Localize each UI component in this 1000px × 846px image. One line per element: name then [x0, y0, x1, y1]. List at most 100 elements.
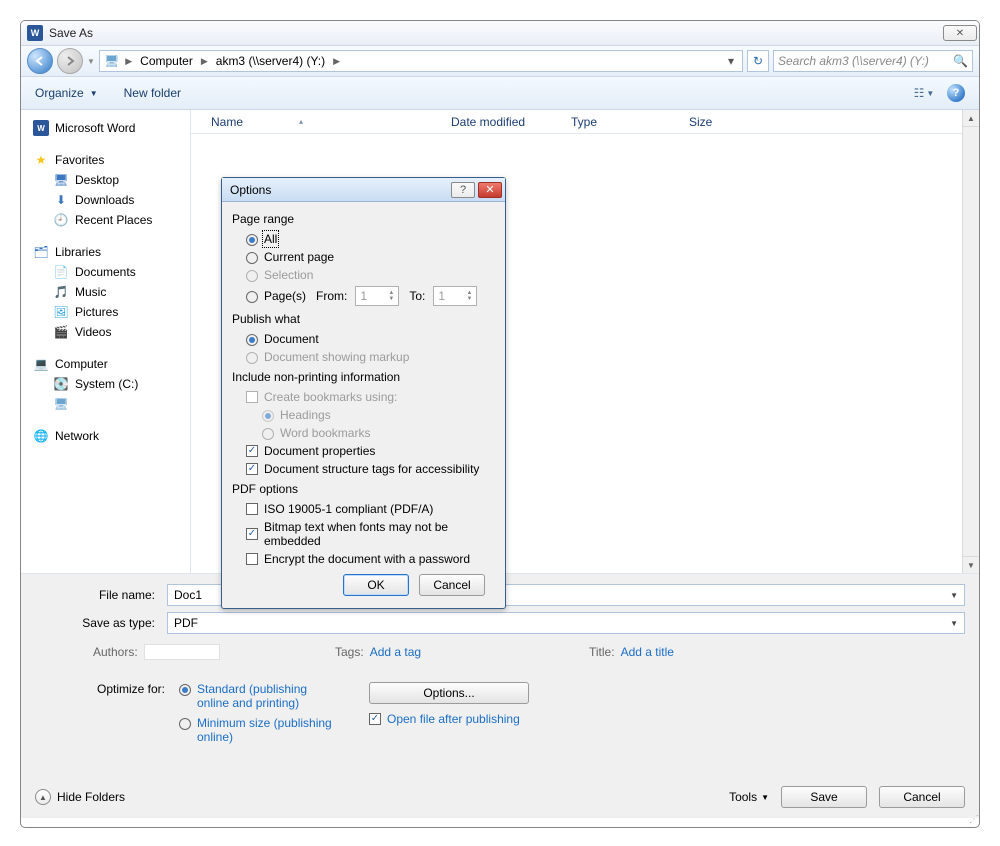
chevron-right-icon: ▶	[121, 56, 136, 67]
page-range-group-label: Page range	[232, 212, 495, 226]
save-type-select[interactable]: PDF ▼	[167, 612, 965, 634]
column-size[interactable]: Size	[689, 115, 769, 129]
desktop-icon: 🖥	[53, 172, 69, 188]
arrow-right-icon	[64, 55, 76, 67]
authors-label: Authors:	[93, 645, 138, 659]
radio-icon	[246, 291, 258, 303]
view-button[interactable]: ☷ ▼	[909, 83, 939, 103]
pictures-icon: 🖼	[53, 304, 69, 320]
authors-input[interactable]	[144, 644, 220, 660]
sidebar-item-label: Downloads	[75, 193, 134, 207]
radio-icon	[246, 352, 258, 364]
sidebar-item-blank[interactable]: 🖥	[53, 394, 184, 414]
videos-icon: 🎬	[53, 324, 69, 340]
hide-folders-button[interactable]: ▲ Hide Folders	[35, 789, 125, 805]
sidebar-item-downloads[interactable]: ⬇ Downloads	[53, 190, 184, 210]
iso-compliant-checkbox[interactable]: ISO 19005-1 compliant (PDF/A)	[232, 500, 495, 518]
page-range-all-radio[interactable]: All	[232, 230, 495, 248]
sidebar-item-word[interactable]: W Microsoft Word	[33, 118, 184, 138]
publish-document-radio[interactable]: Document	[232, 330, 495, 348]
sidebar-item-favorites[interactable]: ★ Favorites	[33, 150, 184, 170]
window-title: Save As	[49, 26, 943, 40]
chevron-down-icon[interactable]: ▼	[950, 619, 958, 628]
sidebar-item-label: Microsoft Word	[55, 121, 135, 135]
new-folder-button[interactable]: New folder	[124, 86, 181, 100]
tools-menu[interactable]: Tools ▼	[729, 790, 769, 804]
hide-folders-label: Hide Folders	[57, 790, 125, 804]
sidebar-item-desktop[interactable]: 🖥Desktop	[53, 170, 184, 190]
resize-grip-icon[interactable]: ⋰	[969, 814, 977, 825]
tags-input[interactable]: Add a tag	[370, 645, 421, 659]
music-icon: 🎵	[53, 284, 69, 300]
dialog-ok-button[interactable]: OK	[343, 574, 409, 596]
open-after-checkbox[interactable]: Open file after publishing	[369, 712, 569, 726]
dialog-help-button[interactable]: ?	[451, 182, 475, 198]
options-button[interactable]: Options...	[369, 682, 529, 704]
column-name[interactable]: Name▴	[211, 115, 451, 129]
column-type[interactable]: Type	[571, 115, 689, 129]
sidebar-item-music[interactable]: 🎵Music	[53, 282, 184, 302]
save-as-window: W Save As ✕ ▼ 🖥 ▶ Computer ▶ akm3 (\\ser…	[20, 20, 980, 828]
encrypt-checkbox[interactable]: Encrypt the document with a password	[232, 550, 495, 568]
help-button[interactable]: ?	[947, 84, 965, 102]
sidebar-item-videos[interactable]: 🎬Videos	[53, 322, 184, 342]
breadcrumb[interactable]: 🖥 ▶ Computer ▶ akm3 (\\server4) (Y:) ▶ ▾	[99, 50, 743, 72]
dialog-cancel-button[interactable]: Cancel	[419, 574, 485, 596]
optimize-standard-radio[interactable]: Standard (publishing online and printing…	[179, 682, 339, 710]
organize-menu[interactable]: Organize ▼	[35, 86, 98, 100]
scroll-down-button[interactable]: ▼	[963, 556, 979, 573]
sidebar-item-libraries[interactable]: 🗂Libraries	[33, 242, 184, 262]
chevron-down-icon: ▼	[90, 89, 98, 98]
bookmarks-word-label: Word bookmarks	[280, 426, 370, 440]
chevron-down-icon[interactable]: ▼	[950, 591, 958, 600]
forward-button[interactable]	[57, 48, 83, 74]
optimize-label: Optimize for:	[95, 682, 165, 696]
sidebar-item-pictures[interactable]: 🖼Pictures	[53, 302, 184, 322]
sidebar-item-network[interactable]: 🌐Network	[33, 426, 184, 446]
breadcrumb-root[interactable]: Computer	[138, 54, 195, 68]
optimize-minimum-label: Minimum size (publishing online)	[197, 716, 337, 744]
history-dropdown[interactable]: ▼	[87, 50, 95, 72]
search-icon[interactable]: 🔍	[953, 54, 968, 68]
chevron-right-icon: ▶	[329, 56, 344, 67]
cancel-button[interactable]: Cancel	[879, 786, 965, 808]
sidebar-item-documents[interactable]: 📄Documents	[53, 262, 184, 282]
refresh-button[interactable]: ↻	[747, 50, 769, 72]
close-button[interactable]: ✕	[943, 25, 977, 41]
sidebar-item-computer[interactable]: 💻Computer	[33, 354, 184, 374]
document-properties-checkbox[interactable]: Document properties	[232, 442, 495, 460]
breadcrumb-location[interactable]: akm3 (\\server4) (Y:)	[214, 54, 327, 68]
bookmarks-headings-label: Headings	[280, 408, 331, 422]
title-input[interactable]: Add a title	[621, 645, 674, 659]
structure-tags-checkbox[interactable]: Document structure tags for accessibilit…	[232, 460, 495, 478]
bitmap-text-checkbox[interactable]: Bitmap text when fonts may not be embedd…	[232, 518, 495, 550]
checkbox-icon	[246, 528, 258, 540]
sidebar-item-recent[interactable]: 🕘Recent Places	[53, 210, 184, 230]
download-icon: ⬇	[53, 192, 69, 208]
sidebar-item-system-c[interactable]: 💽System (C:)	[53, 374, 184, 394]
radio-icon	[179, 718, 191, 730]
encrypt-label: Encrypt the document with a password	[264, 552, 470, 566]
to-spinbox[interactable]: 1▲▼	[433, 286, 477, 306]
dialog-title-bar: Options ? ✕	[222, 178, 505, 202]
breadcrumb-dropdown[interactable]: ▾	[724, 54, 738, 68]
spinner-icon[interactable]: ▲▼	[388, 290, 394, 302]
search-input[interactable]: Search akm3 (\\server4) (Y:) 🔍	[773, 50, 973, 72]
spinner-icon[interactable]: ▲▼	[466, 290, 472, 302]
page-range-pages-radio[interactable]: Page(s) From: 1▲▼ To: 1▲▼	[232, 284, 495, 308]
from-spinbox[interactable]: 1▲▼	[355, 286, 399, 306]
dialog-close-button[interactable]: ✕	[478, 182, 502, 198]
checkbox-icon	[246, 553, 258, 565]
sidebar-item-label: Favorites	[55, 153, 104, 167]
search-placeholder: Search akm3 (\\server4) (Y:)	[778, 54, 953, 68]
network-icon: 🌐	[33, 428, 49, 444]
publish-document-label: Document	[264, 332, 319, 346]
scroll-up-button[interactable]: ▲	[963, 110, 979, 127]
optimize-minimum-radio[interactable]: Minimum size (publishing online)	[179, 716, 339, 744]
page-range-current-radio[interactable]: Current page	[232, 248, 495, 266]
back-button[interactable]	[27, 48, 53, 74]
save-button[interactable]: Save	[781, 786, 867, 808]
scrollbar[interactable]: ▲ ▼	[962, 110, 979, 573]
radio-icon	[262, 428, 274, 440]
column-date[interactable]: Date modified	[451, 115, 571, 129]
